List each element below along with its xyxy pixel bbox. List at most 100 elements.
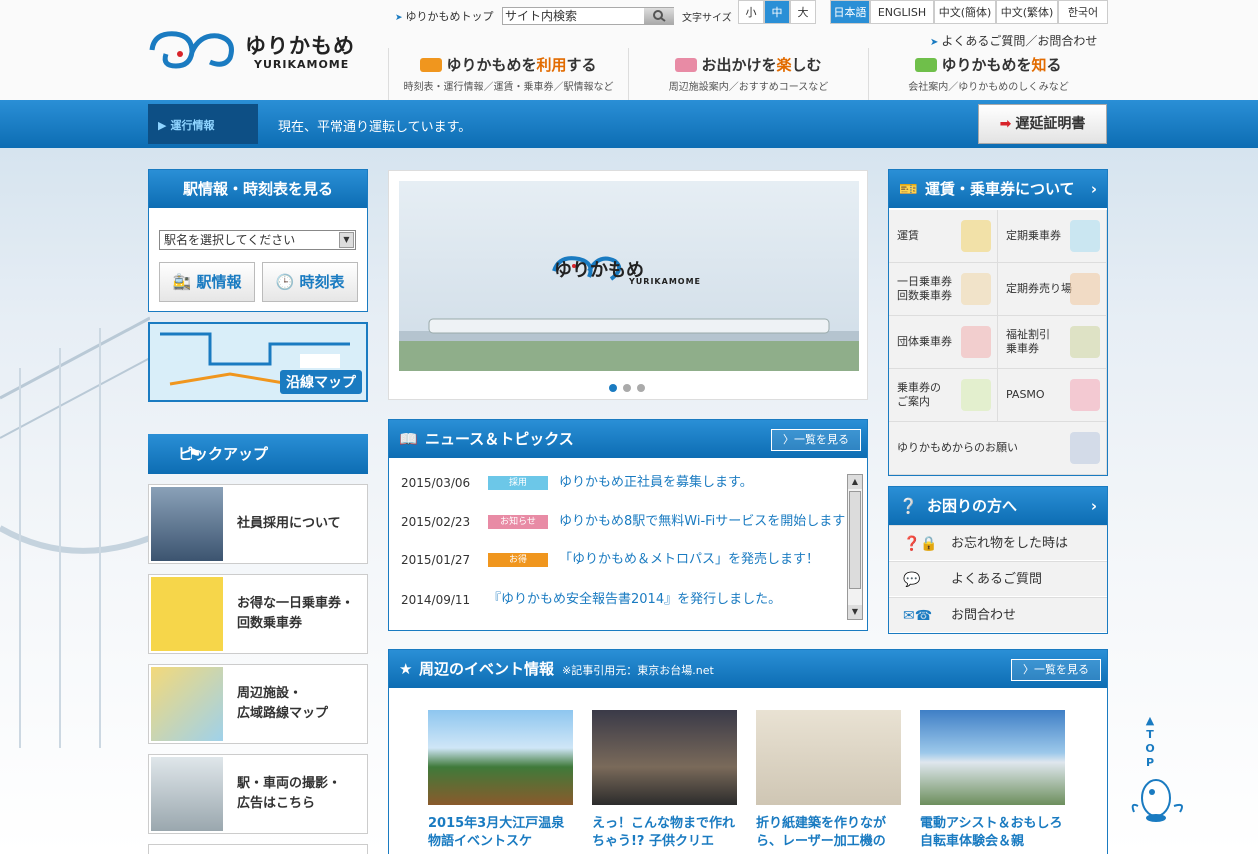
news-item[interactable]: 2015/03/06 採用 ゆりかもめ正社員を募集します。 [401,473,841,493]
fare-title[interactable]: 🎫 運賃・乗車券について › [889,170,1107,208]
back-to-top-link[interactable]: ▲ TOP [1140,714,1160,770]
nav-know[interactable]: ゆりかもめを知る 会社案内／ゆりかもめのしくみなど [868,48,1108,100]
ticket-icon [961,379,991,411]
fare-link-request[interactable]: ゆりかもめからのお願い [889,422,1107,475]
nav-use[interactable]: ゆりかもめを利用する 時刻表・運行情報／運賃・乗車券／駅情報など [388,48,628,100]
help-lost-items[interactable]: ❓🔒 お忘れ物をした時は [889,525,1107,560]
ticket-icon [961,273,991,305]
slider-dot[interactable] [637,384,645,392]
station-info-label: 駅情報 [196,273,242,291]
chevron-down-icon: ▼ [339,232,354,248]
pickup-item-area-map[interactable]: 周辺施設・ 広域路線マップ [148,664,368,744]
news-item[interactable]: 2014/09/11 『ゆりかもめ安全報告書2014』を発行しました。 [401,590,841,610]
news-link[interactable]: 『ゆりかもめ安全報告書2014』を発行しました。 [488,590,781,610]
fare-link-day-pass[interactable]: 一日乗車券 回数乗車券 [889,263,998,316]
nav-know-title-pre: ゆりかもめを [941,56,1032,74]
slider-dot[interactable] [609,384,617,392]
delay-certificate-button[interactable]: ➡ 遅延証明書 [978,104,1107,144]
nav-know-sub: 会社案内／ゆりかもめのしくみなど [908,82,1069,93]
route-map-label: 沿線マップ [280,370,362,394]
font-size-small[interactable]: 小 [738,0,764,24]
fare-link-label: 福祉割引 乗車券 [1006,328,1050,355]
lang-japanese[interactable]: 日本語 [830,0,870,24]
event-title[interactable]: 2015年3月大江戸温泉物語イベントスケ [428,815,573,851]
news-tag: お知らせ [488,515,548,529]
scroll-up-icon[interactable]: ▲ [848,475,862,489]
pickup-item-recruit[interactable]: 社員採用について [148,484,368,564]
events-panel: ★ 周辺のイベント情報 ※記事引用元：東京お台場.net 〉一覧を見る 2015年3… [388,649,1108,854]
event-card[interactable]: 電動アシスト＆おもしろ自転車体験会＆親 [920,710,1065,851]
events-more-button[interactable]: 〉一覧を見る [1011,659,1101,681]
event-title[interactable]: 折り紙建築を作りながら、レーザー加工機の [756,815,901,851]
event-photo [756,710,901,805]
fare-link-welfare[interactable]: 福祉割引 乗車券 [998,316,1107,369]
scroll-down-icon[interactable]: ▼ [848,605,862,619]
event-card[interactable]: 2015年3月大江戸温泉物語イベントスケ [428,710,573,851]
nav-use-title-em: 利用 [536,56,567,74]
news-item[interactable]: 2015/01/27 お得 「ゆりかもめ＆メトロパス」を発売します！ [401,550,841,570]
news-date: 2014/09/11 [401,593,471,607]
star-icon: ★ [399,660,413,678]
nav-enjoy[interactable]: お出かけを楽しむ 周辺施設案内／おすすめコースなど [628,48,868,100]
logo-text[interactable]: ゆりかもめ [245,30,355,60]
event-title[interactable]: 電動アシスト＆おもしろ自転車体験会＆親 [920,815,1065,851]
help-faq[interactable]: 💬 よくあるご質問 [889,561,1107,596]
scrollbar-thumb[interactable] [849,491,861,589]
fare-link-pasmo[interactable]: PASMO [998,369,1107,422]
fare-link-group[interactable]: 団体乗車券 [889,316,998,369]
news-scrollbar[interactable]: ▲ ▼ [847,474,863,620]
fare-link-fare[interactable]: 運賃 [889,210,998,263]
pickup-item-photography[interactable]: 駅・車両の撮影・ 広告はこちら [148,754,368,834]
back-to-top-label: TOP [1145,728,1155,769]
events-title: ★ 周辺のイベント情報 ※記事引用元：東京お台場.net [389,650,1107,688]
fare-link-label: 乗車券の ご案内 [897,381,941,408]
event-title[interactable]: えっ！こんな物まで作れちゃう!? 子供クリエ [592,815,737,851]
help-panel: ❔ お困りの方へ › ❓🔒 お忘れ物をした時は 💬 よくあるご質問 ✉☎ お問合わせ [888,486,1108,634]
event-card[interactable]: 折り紙建築を作りながら、レーザー加工機の [756,710,901,851]
fare-link-pass-office[interactable]: 定期券売り場 [998,263,1107,316]
timetable-button[interactable]: 🕒 時刻表 [262,262,358,302]
news-link[interactable]: ゆりかもめ正社員を募集します。 [559,473,753,493]
news-more-button[interactable]: 〉一覧を見る [771,429,861,451]
route-map-banner[interactable]: 沿線マップ [148,322,368,402]
station-select[interactable]: 駅名を選択してください ▼ [159,230,356,250]
help-title[interactable]: ❔ お困りの方へ › [889,487,1107,525]
operation-label-text: 運行情報 [170,119,215,132]
mascot-icon[interactable] [1130,772,1186,824]
lang-chinese-simplified[interactable]: 中文(簡体) [934,0,996,24]
help-contact[interactable]: ✉☎ お問合わせ [889,597,1107,632]
font-size-medium[interactable]: 中 [764,0,790,24]
events-more-label: 一覧を見る [1034,663,1089,676]
help-item-label: お問合わせ [951,608,1017,623]
lang-chinese-traditional[interactable]: 中文(繁体) [996,0,1058,24]
lang-english[interactable]: ENGLISH [870,0,934,24]
event-card[interactable]: えっ！こんな物まで作れちゃう!? 子供クリエ [592,710,737,851]
faq-contact-link[interactable]: ➤ よくあるご質問／お問合わせ [930,32,1097,49]
nav-use-title-post: する [566,56,597,74]
hero-slider[interactable]: ゆりかもめ YURIKAMOME [388,170,868,400]
pickup-item-day-pass[interactable]: お得な一日乗車券・ 回数乗車券 [148,574,368,654]
fare-link-ticket-guide[interactable]: 乗車券の ご案内 [889,369,998,422]
commuter-pass-icon [1070,220,1100,252]
lang-korean[interactable]: 한국어 [1058,0,1108,24]
fare-panel: 🎫 運賃・乗車券について › 運賃 定期乗車券 一日乗車券 回数乗車券 定期券売り場… [888,169,1108,476]
top-link[interactable]: ➤ ゆりかもめトップ [395,8,494,24]
station-info-button[interactable]: 🚉 駅情報 [159,262,255,302]
pickup-item-label: 駅・車両の撮影・ 広告はこちら [237,776,342,811]
slider-dot[interactable] [623,384,631,392]
slider-dots[interactable] [609,381,651,395]
news-date: 2015/03/06 [401,476,471,490]
font-size-large[interactable]: 大 [790,0,816,24]
station-panel-title: 駅情報・時刻表を見る [149,170,367,208]
pickup-item-next[interactable] [148,844,368,854]
person-icon [1070,273,1100,305]
mail-phone-icon: ✉☎ [903,608,933,624]
fare-link-commuter[interactable]: 定期乗車券 [998,210,1107,263]
news-item[interactable]: 2015/02/23 お知らせ ゆりかもめ8駅で無料Wi-Fiサービスを開始しま… [401,512,845,532]
businessman-photo [151,487,223,561]
news-link[interactable]: 「ゆりかもめ＆メトロパス」を発売します！ [559,550,819,570]
news-date: 2015/01/27 [401,553,471,567]
news-link[interactable]: ゆりかもめ8駅で無料Wi-Fiサービスを開始します [559,512,845,532]
search-button[interactable] [644,8,674,24]
search-icon [653,10,666,22]
